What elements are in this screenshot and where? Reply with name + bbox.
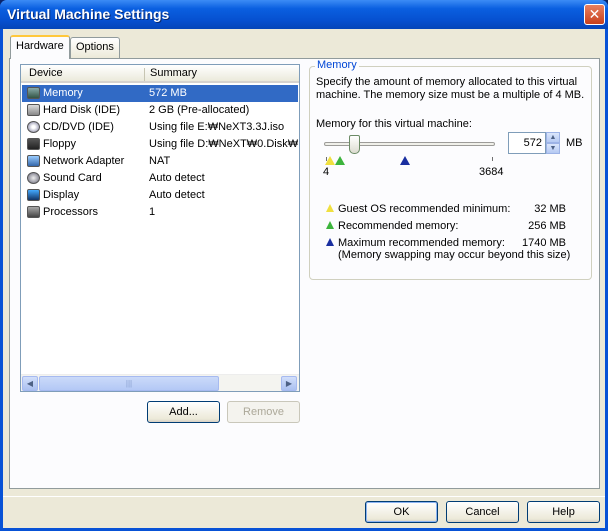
scroll-thumb[interactable]: ||| bbox=[39, 376, 219, 391]
guest-min-marker-icon bbox=[325, 156, 335, 165]
device-summary: 1 bbox=[149, 206, 156, 218]
column-separator[interactable] bbox=[144, 68, 145, 81]
device-summary: Using file E:₩NeXT3.3J.iso bbox=[149, 121, 285, 133]
button-area-separator bbox=[3, 496, 605, 497]
help-button[interactable]: Help bbox=[527, 501, 600, 523]
legend-label: Recommended memory: bbox=[338, 220, 459, 232]
spin-up-icon[interactable]: ▲ bbox=[546, 132, 560, 143]
recommended-marker-icon bbox=[335, 156, 345, 165]
device-row-memory[interactable]: Memory 572 MB bbox=[22, 85, 298, 102]
device-summary: Using file D:₩NeXT₩0.Disk₩3 bbox=[149, 138, 298, 150]
hard-disk-icon bbox=[27, 104, 40, 116]
sound-card-icon bbox=[27, 172, 40, 184]
device-name: Sound Card bbox=[43, 172, 102, 184]
horizontal-scrollbar[interactable]: ◀ ||| ▶ bbox=[21, 374, 299, 391]
tab-hardware[interactable]: Hardware bbox=[10, 35, 70, 59]
legend-value: 1740 MB bbox=[521, 237, 566, 249]
device-row-cd-dvd[interactable]: CD/DVD (IDE) Using file E:₩NeXT3.3J.iso bbox=[22, 119, 298, 136]
device-summary: Auto detect bbox=[149, 189, 205, 201]
legend-value: 256 MB bbox=[528, 220, 566, 232]
device-summary: 2 GB (Pre-allocated) bbox=[149, 104, 250, 116]
memory-slider-thumb[interactable] bbox=[349, 135, 360, 154]
device-name: Hard Disk (IDE) bbox=[43, 104, 121, 116]
column-device[interactable]: Device bbox=[29, 67, 63, 81]
processor-icon bbox=[27, 206, 40, 218]
device-name: Network Adapter bbox=[43, 155, 125, 167]
legend-guest-min: Guest OS recommended minimum: 32 MB bbox=[326, 202, 566, 218]
slider-tick-max bbox=[492, 157, 493, 161]
device-row-floppy[interactable]: Floppy Using file D:₩NeXT₩0.Disk₩3 bbox=[22, 136, 298, 153]
memory-unit-label: MB bbox=[566, 137, 583, 149]
scroll-right-icon[interactable]: ▶ bbox=[281, 376, 297, 391]
memory-description: Specify the amount of memory allocated t… bbox=[316, 76, 585, 101]
device-row-network-adapter[interactable]: Network Adapter NAT bbox=[22, 153, 298, 170]
network-adapter-icon bbox=[27, 155, 40, 167]
add-button[interactable]: Add... bbox=[147, 401, 220, 423]
dialog-client: Hardware Options Device Summary Memory 5… bbox=[3, 29, 605, 528]
slider-min-label: 4 bbox=[323, 166, 330, 178]
yellow-triangle-icon bbox=[326, 204, 334, 212]
legend-recommended: Recommended memory: 256 MB bbox=[326, 219, 566, 235]
memory-swap-note: (Memory swapping may occur beyond this s… bbox=[338, 249, 571, 261]
legend-value: 32 MB bbox=[534, 203, 566, 215]
memory-group-label: Memory bbox=[315, 59, 359, 71]
scroll-left-icon[interactable]: ◀ bbox=[22, 376, 38, 391]
list-header: Device Summary bbox=[21, 65, 299, 83]
max-recommended-marker-icon bbox=[400, 156, 410, 165]
window-title: Virtual Machine Settings bbox=[7, 6, 170, 22]
memory-icon bbox=[27, 87, 40, 99]
device-summary: 572 MB bbox=[149, 87, 187, 99]
spin-down-icon[interactable]: ▼ bbox=[546, 143, 560, 154]
memory-size-input[interactable]: 572 bbox=[508, 132, 546, 154]
title-bar[interactable]: Virtual Machine Settings ✕ bbox=[0, 0, 608, 29]
device-row-hard-disk[interactable]: Hard Disk (IDE) 2 GB (Pre-allocated) bbox=[22, 102, 298, 119]
device-name: CD/DVD (IDE) bbox=[43, 121, 114, 133]
device-name: Display bbox=[43, 189, 80, 201]
device-summary: Auto detect bbox=[149, 172, 205, 184]
tab-options[interactable]: Options bbox=[70, 37, 120, 58]
legend-label: Maximum recommended memory: bbox=[338, 237, 505, 249]
dialog-window: Virtual Machine Settings ✕ Hardware Opti… bbox=[0, 0, 608, 531]
floppy-icon bbox=[27, 138, 40, 150]
device-name: Memory bbox=[43, 87, 83, 99]
slider-max-label: 3684 bbox=[479, 166, 504, 178]
device-row-processors[interactable]: Processors 1 bbox=[22, 204, 298, 221]
device-list[interactable]: Device Summary Memory 572 MB Hard Disk (… bbox=[20, 64, 300, 392]
legend-label: Guest OS recommended minimum: bbox=[338, 203, 511, 215]
display-icon bbox=[27, 189, 40, 201]
device-row-sound-card[interactable]: Sound Card Auto detect bbox=[22, 170, 298, 187]
remove-button[interactable]: Remove bbox=[227, 401, 300, 423]
green-triangle-icon bbox=[326, 221, 334, 229]
cd-dvd-icon bbox=[27, 121, 40, 133]
device-name: Floppy bbox=[43, 138, 77, 150]
close-button[interactable]: ✕ bbox=[584, 4, 605, 25]
hardware-panel: Device Summary Memory 572 MB Hard Disk (… bbox=[9, 58, 600, 489]
column-summary[interactable]: Summary bbox=[150, 67, 197, 81]
blue-triangle-icon bbox=[326, 238, 334, 246]
cancel-button[interactable]: Cancel bbox=[446, 501, 519, 523]
ok-button[interactable]: OK bbox=[365, 501, 438, 523]
device-name: Processors bbox=[43, 206, 99, 218]
device-row-display[interactable]: Display Auto detect bbox=[22, 187, 298, 204]
device-summary: NAT bbox=[149, 155, 171, 167]
memory-field-label: Memory for this virtual machine: bbox=[316, 118, 472, 130]
